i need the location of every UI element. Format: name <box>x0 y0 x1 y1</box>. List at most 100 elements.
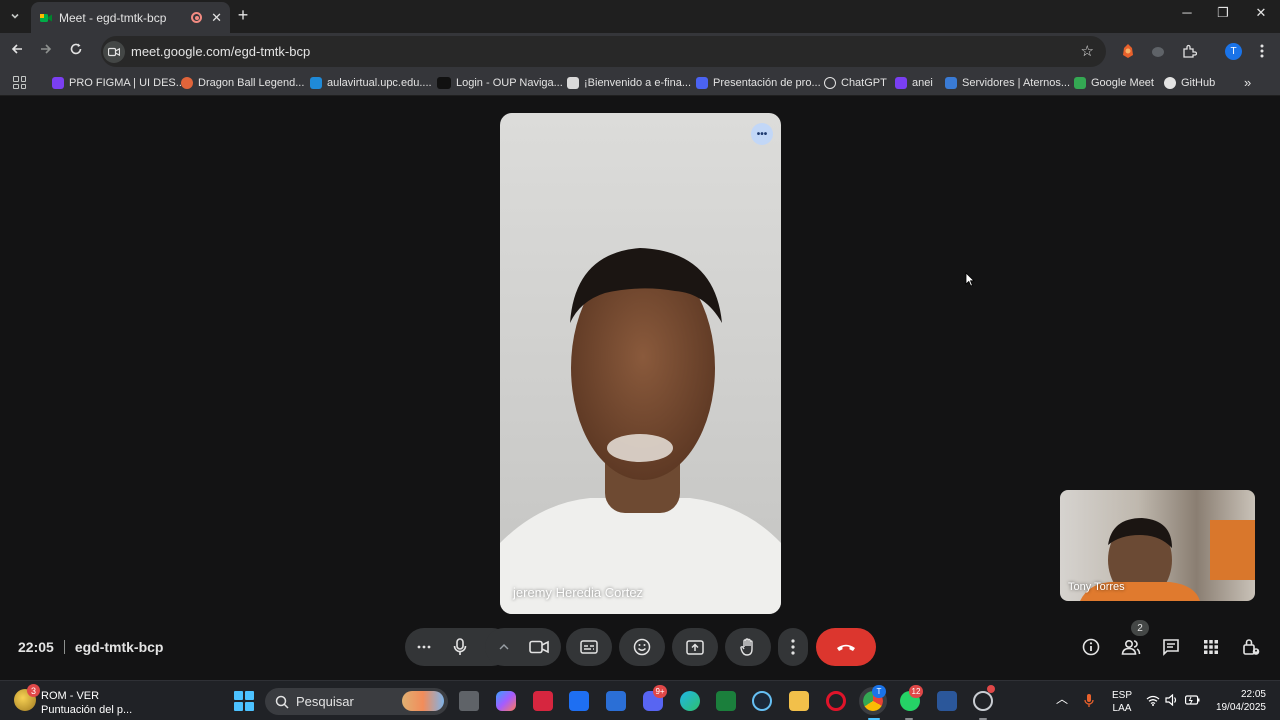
bookmark-google-meet[interactable]: Google Meet <box>1074 75 1154 91</box>
bookmark-aternos[interactable]: Servidores | Aternos... <box>945 75 1070 91</box>
host-controls-button[interactable] <box>1240 636 1262 658</box>
opera-icon[interactable] <box>826 691 846 711</box>
activities-button[interactable] <box>1200 636 1222 658</box>
chrome-icon[interactable]: T <box>859 685 887 715</box>
bookmark-oup-login[interactable]: Login - OUP Naviga... <box>437 75 563 91</box>
whatsapp-badge: 12 <box>909 685 923 698</box>
main-participant-tile[interactable]: ••• jeremy Heredia Cortez <box>500 113 781 614</box>
profile-avatar[interactable]: T <box>1225 43 1242 60</box>
microphone-in-use-icon[interactable] <box>1084 693 1094 708</box>
bookmark-aulavirtual[interactable]: aulavirtual.upc.edu.... <box>310 75 432 91</box>
tab-search-button[interactable] <box>5 6 25 26</box>
dragon-ball-icon <box>181 77 193 89</box>
reactions-button[interactable] <box>619 628 665 666</box>
battery-icon[interactable] <box>1185 695 1200 705</box>
close-window-button[interactable]: ✕ <box>1251 5 1271 21</box>
self-view-tile[interactable]: Tony Torres <box>1060 490 1255 601</box>
desktop-screen: Meet - egd-tmtk-bcp ✕ + ─ ❐ ✕ meet.googl… <box>0 0 1280 720</box>
meeting-details-button[interactable] <box>1080 636 1102 658</box>
arrow-right-icon <box>41 44 52 54</box>
dropbox-icon[interactable] <box>569 691 589 711</box>
excel-play-icon[interactable] <box>716 691 736 711</box>
bookmark-github[interactable]: GitHub <box>1164 75 1215 91</box>
copilot-icon[interactable] <box>496 691 516 711</box>
bookmark-label: Dragon Ball Legend... <box>198 77 305 89</box>
emoji-icon <box>633 638 651 656</box>
discord-icon[interactable]: 9+ <box>643 685 667 711</box>
steam-icon[interactable] <box>752 691 772 711</box>
bookmark-chatgpt[interactable]: ChatGPT <box>824 75 887 91</box>
present-icon <box>686 639 704 655</box>
browser-toolbar: meet.google.com/egd-tmtk-bcp ☆ T <box>0 33 1280 70</box>
anei-icon <box>895 77 907 89</box>
leave-call-button[interactable] <box>816 628 876 666</box>
new-tab-button[interactable]: + <box>234 5 252 26</box>
tab-meet[interactable]: Meet - egd-tmtk-bcp ✕ <box>31 2 230 33</box>
file-explorer-icon[interactable] <box>789 691 809 711</box>
reload-button[interactable] <box>67 42 85 60</box>
bookmark-label: Servidores | Aternos... <box>962 77 1071 89</box>
input-language[interactable]: ESP LAA <box>1110 689 1134 715</box>
word-icon[interactable] <box>937 691 957 711</box>
more-options-button[interactable] <box>778 628 808 666</box>
bookmarks-overflow-icon[interactable]: » <box>1244 75 1251 90</box>
extensions-icon[interactable] <box>1180 42 1198 60</box>
windows-start-icon[interactable] <box>234 691 254 711</box>
bookmark-label: ¡Bienvenido a e-fina... <box>584 77 692 89</box>
taskbar-search[interactable]: Pesquisar <box>265 688 448 715</box>
forward-button[interactable] <box>37 42 55 60</box>
tray-overflow-icon[interactable]: ︿ <box>1056 693 1068 706</box>
site-info-button[interactable] <box>103 40 125 63</box>
bookmark-presentacion[interactable]: Presentación de pro... <box>696 75 821 91</box>
widget-title: ROM - VER <box>41 690 100 702</box>
apps-grid-icon[interactable] <box>13 76 26 89</box>
participant-video <box>500 248 781 614</box>
task-view-icon[interactable] <box>459 691 479 711</box>
wifi-icon[interactable] <box>1146 695 1160 706</box>
extension-fox-icon[interactable] <box>1119 42 1137 60</box>
address-bar[interactable]: meet.google.com/egd-tmtk-bcp ☆ <box>101 36 1106 67</box>
system-clock[interactable]: 22:05 19/04/2025 <box>1210 688 1266 714</box>
tab-close-icon[interactable]: ✕ <box>211 10 222 26</box>
mcafee-icon[interactable] <box>533 691 553 711</box>
chat-button[interactable] <box>1160 636 1182 658</box>
extension-puzzle-grey-icon[interactable] <box>1149 42 1167 60</box>
bookmark-e-finance[interactable]: ¡Bienvenido a e-fina... <box>567 75 691 91</box>
microsoft-store-icon[interactable] <box>606 691 626 711</box>
obs-icon[interactable] <box>973 685 995 711</box>
discord-badge: 9+ <box>653 685 667 698</box>
bookmark-label: Login - OUP Naviga... <box>456 77 563 89</box>
videocam-icon <box>529 640 549 654</box>
video-options-button[interactable] <box>488 628 520 666</box>
microphone-button[interactable] <box>441 628 479 666</box>
people-button[interactable] <box>1120 636 1142 658</box>
tile-options-button[interactable]: ••• <box>751 123 773 145</box>
raise-hand-button[interactable] <box>725 628 771 666</box>
maximize-button[interactable]: ❐ <box>1213 5 1233 21</box>
bookmark-label: Presentación de pro... <box>713 77 821 89</box>
widget-badge: 3 <box>27 684 40 697</box>
back-button[interactable] <box>8 42 26 60</box>
captions-button[interactable] <box>566 628 612 666</box>
self-participant-name: Tony Torres <box>1068 581 1125 593</box>
weather-widget[interactable]: 3 ROM - VER Puntuación del p... <box>14 684 132 717</box>
minimize-button[interactable]: ─ <box>1177 5 1197 20</box>
whatsapp-icon[interactable]: 12 <box>900 685 923 711</box>
recording-dot-icon <box>987 685 995 693</box>
present-screen-button[interactable] <box>672 628 718 666</box>
bookmark-star-icon[interactable]: ☆ <box>1081 42 1094 60</box>
chat-icon <box>1163 639 1179 656</box>
bookmark-pro-figma[interactable]: PRO FIGMA | UI DES... <box>52 75 185 91</box>
audio-options-button[interactable] <box>405 628 443 666</box>
volume-icon[interactable] <box>1165 694 1178 706</box>
bookmark-anei[interactable]: anei <box>895 75 933 91</box>
tab-strip: Meet - egd-tmtk-bcp ✕ + ─ ❐ ✕ <box>0 0 1280 33</box>
closed-captions-icon <box>580 640 598 654</box>
recording-icon <box>191 12 203 23</box>
chrome-menu-icon[interactable] <box>1253 42 1271 60</box>
chevron-up-icon <box>499 644 509 650</box>
figma-course-icon <box>52 77 64 89</box>
bookmark-dragon-ball[interactable]: Dragon Ball Legend... <box>181 75 304 91</box>
edge-icon[interactable] <box>680 691 700 711</box>
camera-button[interactable] <box>520 628 558 666</box>
